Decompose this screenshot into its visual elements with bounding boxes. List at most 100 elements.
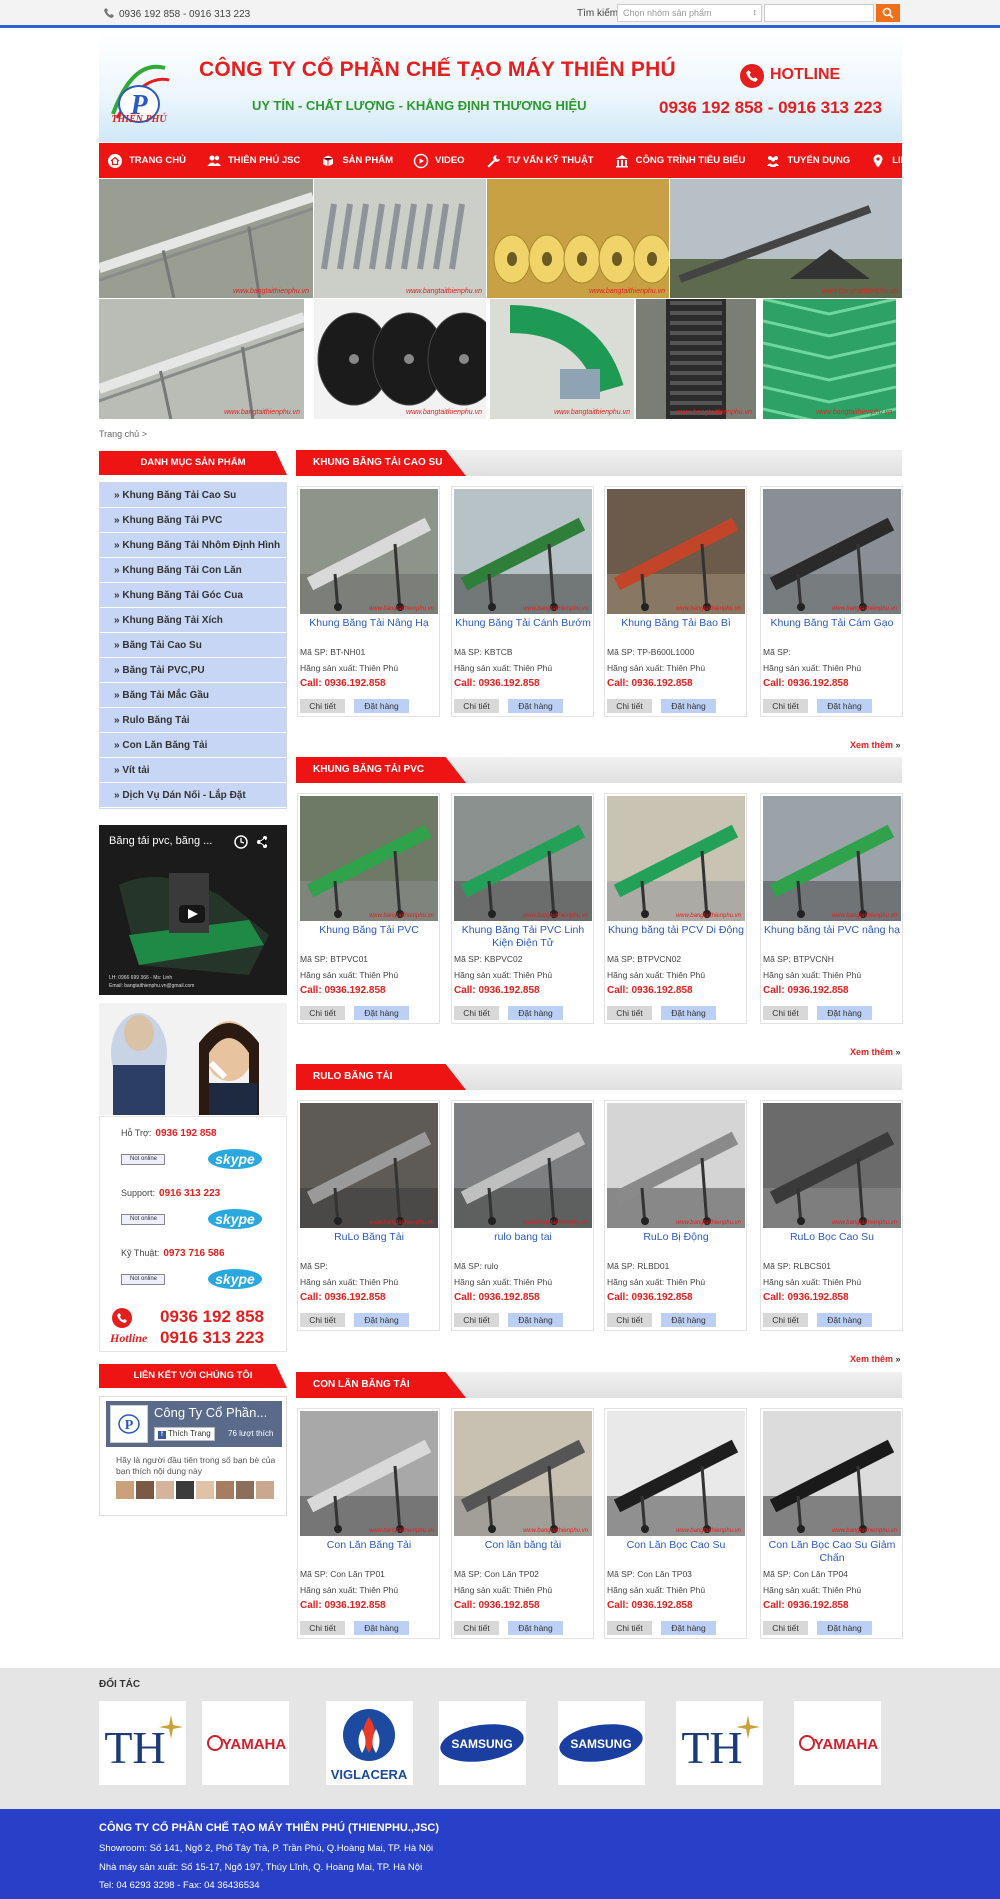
detail-button[interactable]: Chi tiết xyxy=(454,1006,499,1020)
product-card[interactable]: www.bangtaithienphu.vn Con Lăn Bọc Cao Su… xyxy=(604,1408,747,1639)
nav-item-3[interactable]: SẢN PHẨM xyxy=(320,153,393,169)
search-button[interactable] xyxy=(876,4,900,22)
see-more-link[interactable]: Xem thêm » xyxy=(850,740,901,750)
support-phone[interactable]: 0916 313 223 xyxy=(159,1188,220,1199)
order-button[interactable]: Đặt hàng xyxy=(661,1621,716,1635)
search-input[interactable] xyxy=(764,4,874,22)
detail-button[interactable]: Chi tiết xyxy=(763,1621,808,1635)
detail-button[interactable]: Chi tiết xyxy=(300,1006,345,1020)
skype-button[interactable]: skype xyxy=(207,1148,263,1170)
partner-logo-7[interactable]: YAMAHA xyxy=(794,1701,881,1785)
order-button[interactable]: Đặt hàng xyxy=(661,1313,716,1327)
section-title[interactable]: KHUNG BĂNG TẢI CAO SU xyxy=(296,450,466,476)
product-image[interactable]: www.bangtaithienphu.vn xyxy=(454,1103,592,1228)
order-button[interactable]: Đặt hàng xyxy=(508,1313,563,1327)
product-image[interactable]: www.bangtaithienphu.vn xyxy=(300,489,438,614)
product-card[interactable]: www.bangtaithienphu.vn Khung Băng Tải Nân… xyxy=(297,486,440,717)
nav-item-2[interactable]: THIÊN PHÚ JSC xyxy=(206,153,300,169)
detail-button[interactable]: Chi tiết xyxy=(454,1621,499,1635)
category-item-3[interactable]: Khung Băng Tải Nhôm Định Hình xyxy=(100,533,286,558)
product-image[interactable]: www.bangtaithienphu.vn xyxy=(607,1411,745,1536)
fb-friend-avatar[interactable] xyxy=(216,1481,234,1499)
product-image[interactable]: www.bangtaithienphu.vn xyxy=(607,796,745,921)
category-item-10[interactable]: Rulo Băng Tải xyxy=(100,708,286,733)
detail-button[interactable]: Chi tiết xyxy=(763,699,808,713)
product-name[interactable]: rulo bang tai xyxy=(454,1231,592,1244)
partner-logo-4[interactable]: SAMSUNG xyxy=(439,1701,526,1785)
product-name[interactable]: Khung Băng Tải Cánh Bướm xyxy=(454,617,592,630)
breadcrumb[interactable]: Trang chủ > xyxy=(99,429,147,439)
support-phone[interactable]: 0936 192 858 xyxy=(155,1128,216,1139)
category-item-9[interactable]: Băng Tải Mắc Gầu xyxy=(100,683,286,708)
product-card[interactable]: www.bangtaithienphu.vn RuLo Bị Động Mã SP:… xyxy=(604,1100,747,1331)
fb-cover[interactable]: P Công Ty Cổ Phần... f Thích Trang 76 lượ… xyxy=(106,1401,282,1447)
product-name[interactable]: RuLo Bị Động xyxy=(607,1231,745,1244)
detail-button[interactable]: Chi tiết xyxy=(454,699,499,713)
order-button[interactable]: Đặt hàng xyxy=(817,1621,872,1635)
nav-item-5[interactable]: TƯ VẤN KỸ THUẬT xyxy=(485,153,594,169)
detail-button[interactable]: Chi tiết xyxy=(300,1313,345,1327)
category-item-13[interactable]: Dịch Vụ Dán Nối - Lắp Đặt xyxy=(100,783,286,808)
product-card[interactable]: www.bangtaithienphu.vn RuLo Bọc Cao Su Mã … xyxy=(760,1100,903,1331)
product-image[interactable]: www.bangtaithienphu.vn xyxy=(763,1103,901,1228)
fb-friend-avatar[interactable] xyxy=(116,1481,134,1499)
detail-button[interactable]: Chi tiết xyxy=(454,1313,499,1327)
product-name[interactable]: Khung Băng Tải Bao Bì xyxy=(607,617,745,630)
product-image[interactable]: www.bangtaithienphu.vn xyxy=(300,796,438,921)
product-image[interactable]: www.bangtaithienphu.vn xyxy=(763,1411,901,1536)
product-card[interactable]: www.bangtaithienphu.vn Khung Băng Tải Cán… xyxy=(451,486,594,717)
partner-logo-6[interactable]: TH xyxy=(676,1701,763,1785)
gallery-photo-9[interactable]: www.bangtaithienphu.vn xyxy=(763,299,896,419)
order-button[interactable]: Đặt hàng xyxy=(354,699,409,713)
nav-item-7[interactable]: TUYỂN DỤNG xyxy=(765,153,850,169)
product-card[interactable]: www.bangtaithienphu.vn Khung Băng Tải Bao… xyxy=(604,486,747,717)
product-name[interactable]: Con Lăn Băng Tải xyxy=(300,1539,438,1552)
partner-logo-5[interactable]: SAMSUNG xyxy=(558,1701,645,1785)
partner-logo-1[interactable]: TH xyxy=(99,1701,186,1785)
see-more-link[interactable]: Xem thêm » xyxy=(850,1047,901,1057)
fb-friend-avatar[interactable] xyxy=(256,1481,274,1499)
product-image[interactable]: www.bangtaithienphu.vn xyxy=(300,1411,438,1536)
product-card[interactable]: www.bangtaithienphu.vn Khung Băng Tải PVC… xyxy=(451,793,594,1024)
category-item-6[interactable]: Khung Băng Tải Xích xyxy=(100,608,286,633)
product-name[interactable]: Con lăn băng tải xyxy=(454,1539,592,1552)
detail-button[interactable]: Chi tiết xyxy=(607,1621,652,1635)
category-item-1[interactable]: Khung Băng Tải Cao Su xyxy=(100,483,286,508)
order-button[interactable]: Đặt hàng xyxy=(508,699,563,713)
product-name[interactable]: Khung Băng Tải Nâng Hạ xyxy=(300,617,438,630)
detail-button[interactable]: Chi tiết xyxy=(607,1313,652,1327)
order-button[interactable]: Đặt hàng xyxy=(354,1621,409,1635)
play-button[interactable] xyxy=(179,905,205,923)
partner-logo-2[interactable]: YAMAHA xyxy=(202,1701,289,1785)
product-name[interactable]: Khung băng tải PCV Di Động xyxy=(607,924,745,937)
product-name[interactable]: Con Lăn Bọc Cao Su xyxy=(607,1539,745,1552)
category-item-7[interactable]: Băng Tải Cao Su xyxy=(100,633,286,658)
fb-like-button[interactable]: f Thích Trang xyxy=(154,1427,215,1441)
gallery-photo-7[interactable]: www.bangtaithienphu.vn xyxy=(490,299,634,419)
gallery-photo-2[interactable]: www.bangtaithienphu.vn xyxy=(314,179,486,298)
detail-button[interactable]: Chi tiết xyxy=(763,1006,808,1020)
detail-button[interactable]: Chi tiết xyxy=(607,699,652,713)
category-item-5[interactable]: Khung Băng Tải Góc Cua xyxy=(100,583,286,608)
product-image[interactable]: www.bangtaithienphu.vn xyxy=(300,1103,438,1228)
product-card[interactable]: www.bangtaithienphu.vn Con lăn băng tải Mã… xyxy=(451,1408,594,1639)
fb-friend-avatar[interactable] xyxy=(196,1481,214,1499)
product-name[interactable]: Con Lăn Bọc Cao Su Giảm Chấn xyxy=(763,1539,901,1565)
fb-friend-avatar[interactable] xyxy=(156,1481,174,1499)
order-button[interactable]: Đặt hàng xyxy=(661,1006,716,1020)
section-title[interactable]: RULO BĂNG TẢI xyxy=(296,1064,466,1090)
gallery-photo-3[interactable]: www.bangtaithienphu.vn xyxy=(487,179,669,298)
category-item-12[interactable]: Vít tải xyxy=(100,758,286,783)
fb-friend-avatar[interactable] xyxy=(236,1481,254,1499)
product-card[interactable]: www.bangtaithienphu.vn rulo bang tai Mã SP… xyxy=(451,1100,594,1331)
detail-button[interactable]: Chi tiết xyxy=(607,1006,652,1020)
order-button[interactable]: Đặt hàng xyxy=(661,699,716,713)
nav-item-8[interactable]: LIÊN HỆ xyxy=(870,153,930,169)
fb-friend-avatar[interactable] xyxy=(136,1481,154,1499)
nav-item-6[interactable]: CÔNG TRÌNH TIÊU BIỂU xyxy=(614,153,745,169)
product-name[interactable]: Khung Băng Tải PVC xyxy=(300,924,438,937)
nav-item-1[interactable]: TRANG CHỦ xyxy=(107,153,186,169)
category-item-11[interactable]: Con Lăn Băng Tải xyxy=(100,733,286,758)
fb-page-name[interactable]: Công Ty Cổ Phần... xyxy=(154,1405,267,1420)
section-title[interactable]: KHUNG BĂNG TẢI PVC xyxy=(296,757,466,783)
